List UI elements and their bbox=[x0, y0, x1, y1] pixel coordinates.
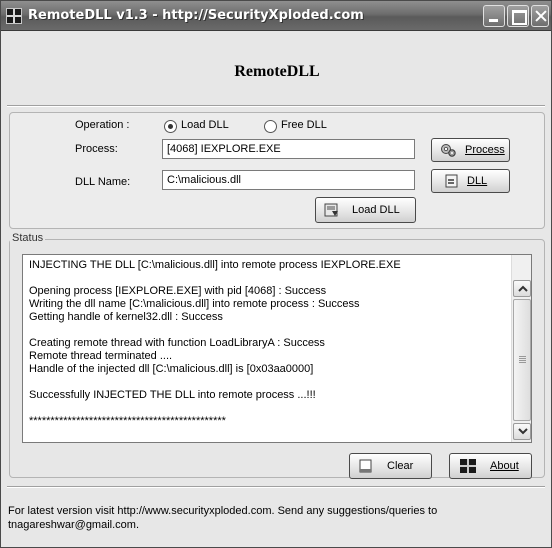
status-line bbox=[29, 324, 507, 337]
load-dll-radio-label[interactable]: Load DLL bbox=[181, 119, 229, 131]
status-line: Handle of the injected dll [C:\malicious… bbox=[29, 363, 314, 375]
free-dll-radio-label[interactable]: Free DLL bbox=[281, 119, 327, 131]
status-line bbox=[29, 402, 507, 415]
status-lines: INJECTING THE DLL [C:\malicious.dll] int… bbox=[29, 259, 507, 428]
operation-label: Operation : bbox=[75, 119, 130, 131]
status-line: Successfully INJECTED THE DLL into remot… bbox=[29, 389, 316, 401]
process-gears-icon bbox=[441, 144, 456, 157]
about-grid-icon bbox=[460, 459, 476, 473]
process-button-label: Process bbox=[465, 144, 505, 156]
status-line: INJECTING THE DLL [C:\malicious.dll] int… bbox=[29, 259, 401, 271]
load-dll-button[interactable]: Load DLL bbox=[315, 197, 416, 223]
status-line: Opening process [IEXPLORE.EXE] with pid … bbox=[29, 285, 327, 297]
load-dll-button-label: Load DLL bbox=[352, 204, 400, 216]
status-scrollbar[interactable] bbox=[511, 255, 531, 442]
status-line: Getting handle of kernel32.dll : Success bbox=[29, 311, 223, 323]
main-window: RemoteDLL v1.3 - http://SecurityXploded.… bbox=[0, 0, 552, 548]
load-dll-icon bbox=[324, 203, 338, 217]
bottom-divider bbox=[7, 486, 545, 488]
load-dll-radio[interactable] bbox=[164, 120, 177, 133]
close-button[interactable] bbox=[531, 5, 549, 27]
status-line: ****************************************… bbox=[29, 415, 226, 427]
chevron-down-icon bbox=[518, 428, 528, 435]
status-log[interactable]: INJECTING THE DLL [C:\malicious.dll] int… bbox=[22, 254, 532, 443]
footer-note: For latest version visit http://www.secu… bbox=[8, 504, 538, 532]
dll-name-field[interactable]: C:\malicious.dll bbox=[162, 170, 415, 190]
status-line: Creating remote thread with function Loa… bbox=[29, 337, 325, 349]
about-button-label: About bbox=[490, 460, 519, 472]
page-title: RemoteDLL bbox=[234, 63, 320, 80]
status-line: Remote thread terminated .... bbox=[29, 350, 173, 362]
footer-line-1: For latest version visit http://www.secu… bbox=[8, 505, 438, 517]
dll-file-icon bbox=[445, 174, 458, 188]
footer-line-2: tnagareshwar@gmail.com. bbox=[8, 519, 139, 531]
window-title: RemoteDLL v1.3 - http://SecurityXploded.… bbox=[28, 8, 364, 23]
about-button[interactable]: About bbox=[449, 453, 532, 479]
status-line: Writing the dll name [C:\malicious.dll] … bbox=[29, 298, 360, 310]
status-line bbox=[29, 272, 507, 285]
status-line bbox=[29, 376, 507, 389]
status-legend: Status bbox=[10, 232, 46, 244]
clear-button-label: Clear bbox=[387, 460, 414, 472]
process-label: Process: bbox=[75, 143, 118, 155]
maximize-button[interactable] bbox=[507, 5, 529, 27]
chevron-up-icon bbox=[518, 285, 528, 292]
scroll-down-button[interactable] bbox=[513, 423, 531, 440]
clear-button[interactable]: Clear bbox=[349, 453, 432, 479]
scroll-up-button[interactable] bbox=[513, 280, 531, 297]
scroll-thumb[interactable] bbox=[513, 299, 531, 421]
app-grid-icon bbox=[6, 8, 22, 24]
title-bar[interactable]: RemoteDLL v1.3 - http://SecurityXploded.… bbox=[1, 1, 551, 31]
free-dll-radio[interactable] bbox=[264, 120, 277, 133]
top-divider bbox=[7, 105, 545, 107]
clear-page-icon bbox=[359, 459, 372, 473]
process-field[interactable]: [4068] IEXPLORE.EXE bbox=[162, 139, 415, 159]
dll-browse-label: DLL bbox=[467, 175, 488, 187]
process-button[interactable]: Process bbox=[431, 138, 510, 162]
dll-browse-button[interactable]: DLL bbox=[431, 169, 510, 193]
minimize-button[interactable] bbox=[483, 5, 505, 27]
dll-name-label: DLL Name: bbox=[75, 176, 131, 188]
